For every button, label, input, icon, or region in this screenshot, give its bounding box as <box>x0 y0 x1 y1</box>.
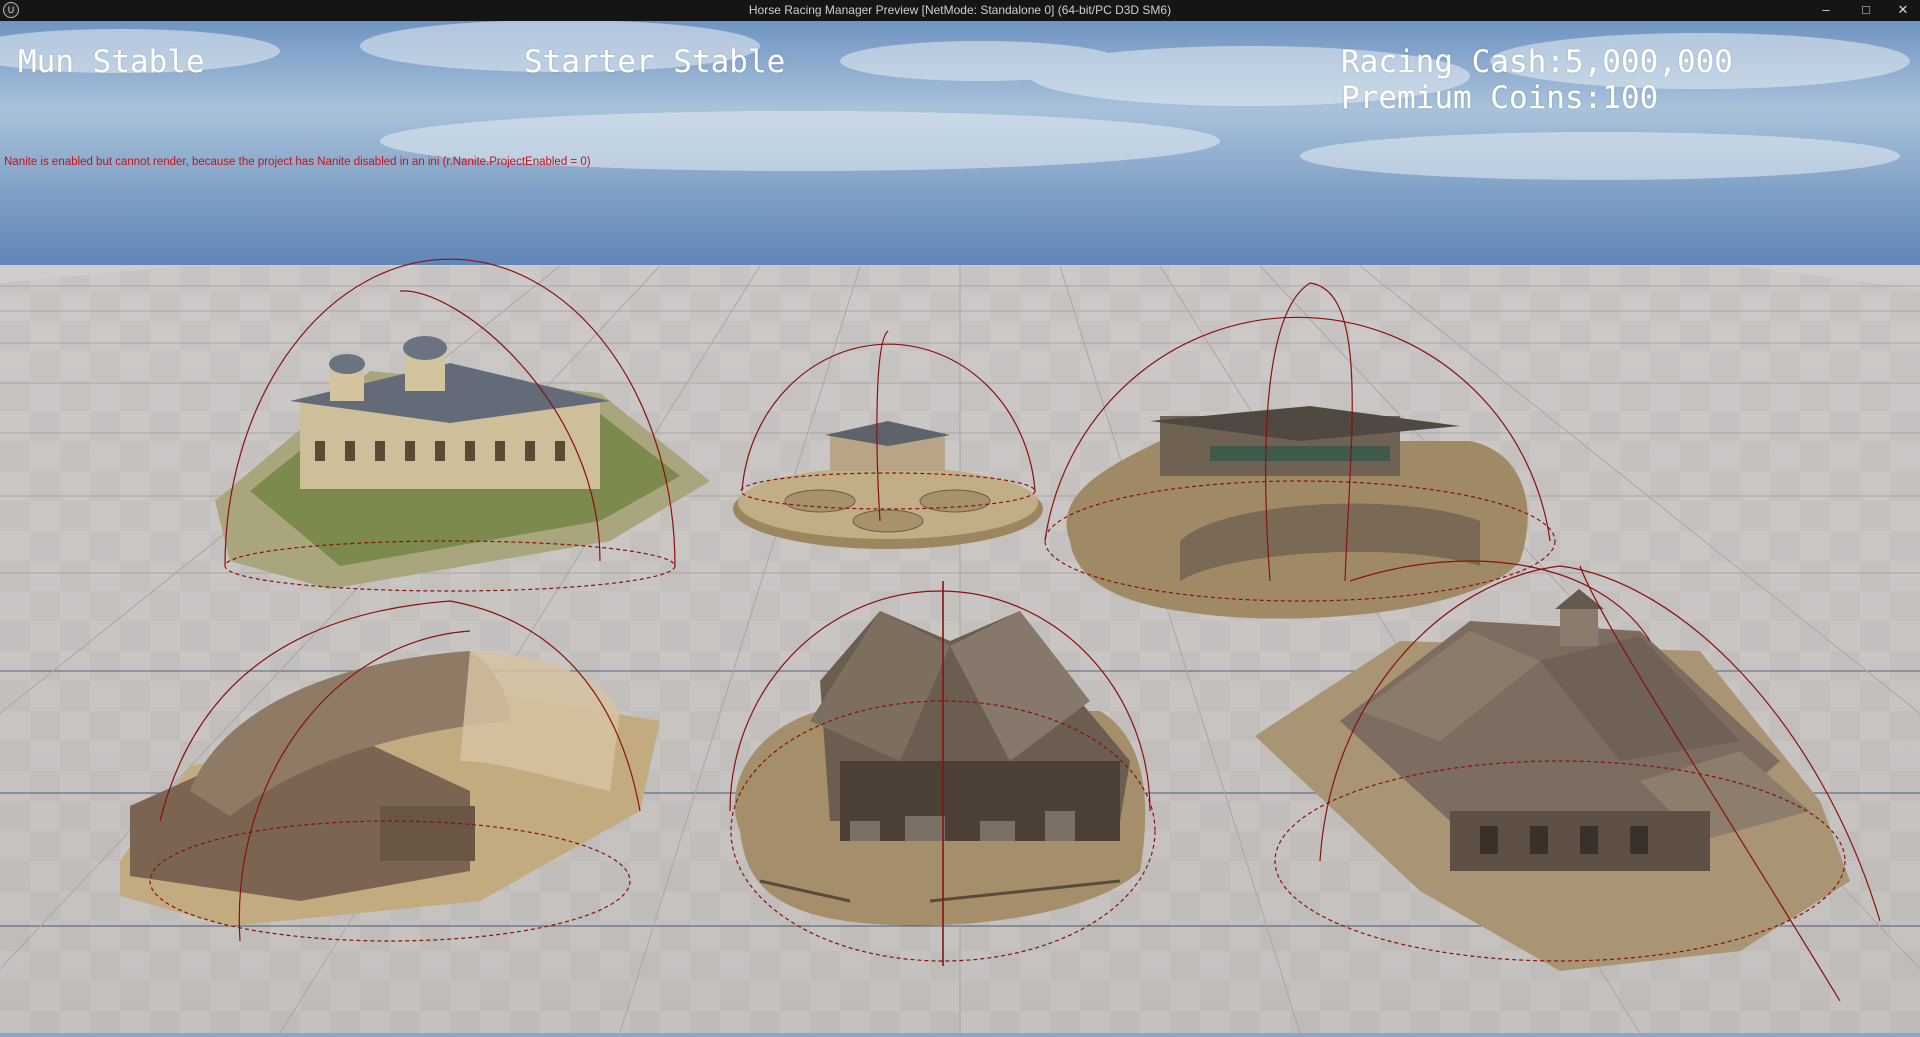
window-title: Horse Racing Manager Preview [NetMode: S… <box>748 3 1172 17</box>
racing-cash-display: Racing Cash:5,000,000 <box>1341 44 1733 80</box>
game-viewport[interactable]: Mun Stable Starter Stable Racing Cash:5,… <box>0 20 1920 1034</box>
minimize-button[interactable]: – <box>1811 0 1841 21</box>
premium-coins-value: 100 <box>1602 80 1659 116</box>
player-stable-name: Mun Stable <box>18 44 205 80</box>
racing-cash-label: Racing Cash: <box>1341 44 1565 80</box>
maximize-button[interactable]: □ <box>1851 0 1881 21</box>
racing-cash-value: 5,000,000 <box>1564 44 1733 80</box>
nanite-warning-text: Nanite is enabled but cannot render, bec… <box>4 156 591 168</box>
window-title-bar[interactable]: U Horse Racing Manager Preview [NetMode:… <box>0 0 1920 21</box>
premium-coins-display: Premium Coins:100 <box>1341 80 1658 116</box>
stable-tier-label: Starter Stable <box>524 44 786 80</box>
close-button[interactable]: ✕ <box>1888 0 1918 21</box>
premium-coins-label: Premium Coins: <box>1341 80 1603 116</box>
scene-3d <box>0 20 1920 1034</box>
